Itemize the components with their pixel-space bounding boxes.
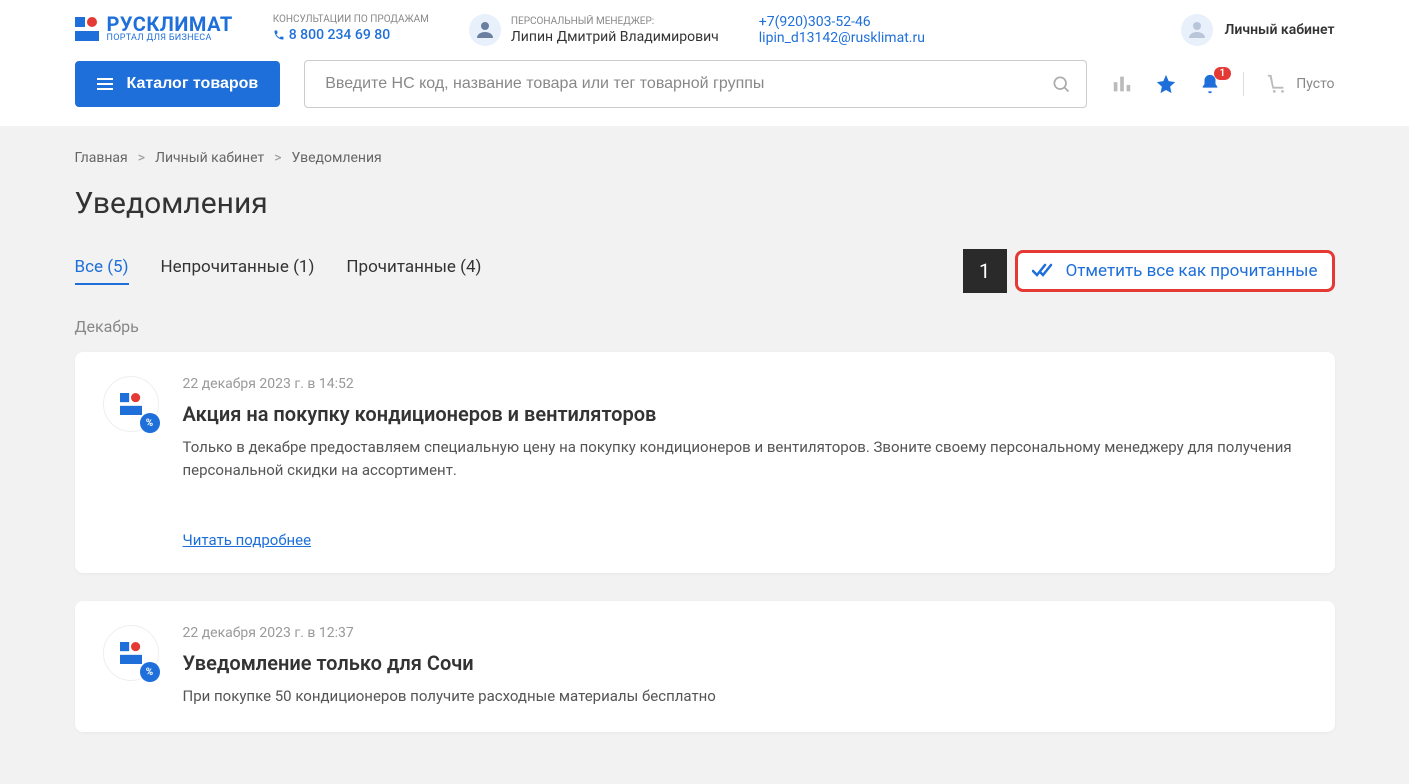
tab-unread[interactable]: Непрочитанные (1): [161, 257, 315, 285]
percent-badge-icon: %: [140, 662, 160, 682]
consult-label: КОНСУЛЬТАЦИИ ПО ПРОДАЖАМ: [273, 14, 429, 25]
logo-subtitle: ПОРТАЛ ДЛЯ БИЗНЕСА: [107, 34, 233, 43]
notification-text: Только в декабре предоставляем специальн…: [183, 436, 1307, 481]
read-more-link[interactable]: Читать подробнее: [183, 531, 1307, 549]
notification-text: При покупке 50 кондиционеров получите ра…: [183, 685, 1307, 708]
contact-phone-link[interactable]: +7(920)303-52-46: [759, 14, 925, 30]
breadcrumb: Главная > Личный кабинет > Уведомления: [75, 150, 1335, 166]
search-input[interactable]: [304, 60, 1087, 108]
notification-card: % 22 декабря 2023 г. в 14:52 Акция на по…: [75, 352, 1335, 573]
notification-title: Уведомление только для Сочи: [183, 651, 1307, 675]
month-label: Декабрь: [75, 317, 1335, 336]
tab-read[interactable]: Прочитанные (4): [346, 257, 481, 285]
divider: [1243, 72, 1244, 96]
star-icon: [1155, 73, 1177, 95]
double-check-icon: [1032, 263, 1056, 279]
phone-icon: [273, 29, 285, 41]
cart-icon: [1266, 73, 1288, 95]
consult-block: КОНСУЛЬТАЦИИ ПО ПРОДАЖАМ 8 800 234 69 80: [273, 14, 429, 43]
mark-all-read-button[interactable]: Отметить все как прочитанные: [1015, 250, 1335, 292]
logo[interactable]: РУСКЛИМАТ ПОРТАЛ ДЛЯ БИЗНЕСА: [75, 14, 233, 43]
notification-card: % 22 декабря 2023 г. в 12:37 Уведомление…: [75, 601, 1335, 732]
notification-date: 22 декабря 2023 г. в 12:37: [183, 625, 1307, 641]
contact-email-link[interactable]: lipin_d13142@rusklimat.ru: [759, 30, 925, 46]
account-avatar-icon: [1181, 14, 1213, 46]
callout-number: 1: [963, 249, 1007, 293]
notification-title: Акция на покупку кондиционеров и вентиля…: [183, 402, 1307, 426]
notifications-button[interactable]: 1: [1199, 73, 1221, 95]
menu-icon: [97, 78, 113, 90]
logo-icon: [120, 642, 142, 664]
breadcrumb-account[interactable]: Личный кабинет: [155, 150, 264, 166]
page-title: Уведомления: [75, 186, 1335, 221]
tab-all[interactable]: Все (5): [75, 257, 129, 285]
chart-icon: [1111, 73, 1133, 95]
chevron-right-icon: >: [274, 150, 281, 166]
notification-icon: %: [103, 625, 159, 681]
notification-date: 22 декабря 2023 г. в 14:52: [183, 376, 1307, 392]
search-button[interactable]: [1051, 74, 1071, 94]
account-link[interactable]: Личный кабинет: [1181, 14, 1335, 46]
cart-button[interactable]: Пусто: [1266, 73, 1334, 95]
breadcrumb-current: Уведомления: [292, 150, 382, 166]
contact-block: +7(920)303-52-46 lipin_d13142@rusklimat.…: [759, 14, 925, 46]
account-label: Личный кабинет: [1225, 22, 1335, 38]
catalog-button[interactable]: Каталог товаров: [75, 61, 281, 107]
search-icon: [1051, 74, 1071, 94]
notif-badge: 1: [1214, 67, 1232, 80]
manager-block: ПЕРСОНАЛЬНЫЙ МЕНЕДЖЕР: Липин Дмитрий Вла…: [469, 14, 719, 46]
cart-label: Пусто: [1296, 76, 1334, 92]
logo-title: РУСКЛИМАТ: [107, 14, 233, 34]
logo-icon: [75, 17, 99, 41]
percent-badge-icon: %: [140, 413, 160, 433]
breadcrumb-home[interactable]: Главная: [75, 150, 128, 166]
manager-label: ПЕРСОНАЛЬНЫЙ МЕНЕДЖЕР:: [511, 16, 719, 27]
stats-button[interactable]: [1111, 73, 1133, 95]
consult-phone-link[interactable]: 8 800 234 69 80: [273, 27, 429, 43]
logo-icon: [120, 393, 142, 415]
catalog-label: Каталог товаров: [127, 75, 259, 93]
notification-icon: %: [103, 376, 159, 432]
favorites-button[interactable]: [1155, 73, 1177, 95]
manager-avatar-icon: [469, 14, 501, 46]
manager-name: Липин Дмитрий Владимирович: [511, 29, 719, 45]
mark-all-read-label: Отметить все как прочитанные: [1066, 261, 1318, 281]
chevron-right-icon: >: [138, 150, 145, 166]
